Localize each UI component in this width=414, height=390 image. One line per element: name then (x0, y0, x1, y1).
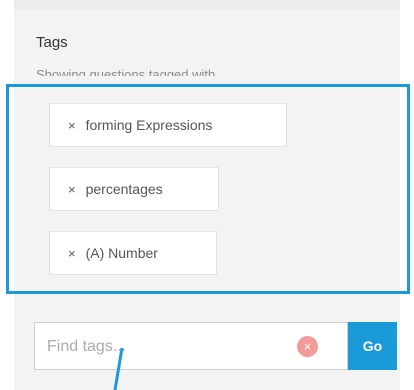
tag-label: percentages (85, 181, 163, 197)
tag-label: forming Expressions (85, 117, 213, 133)
remove-tag-icon[interactable]: × (68, 182, 76, 197)
tag-chip-a-number[interactable]: × (A) Number (49, 231, 217, 275)
search-box: × (34, 322, 348, 371)
go-button[interactable]: Go (348, 322, 397, 370)
find-tags-input[interactable] (45, 323, 299, 371)
tag-label: (A) Number (85, 245, 158, 261)
remove-tag-icon[interactable]: × (68, 246, 76, 261)
remove-tag-icon[interactable]: × (68, 118, 76, 133)
clear-icon[interactable]: × (297, 336, 318, 357)
tag-chip-forming-expressions[interactable]: × forming Expressions (49, 103, 287, 147)
tag-chip-percentages[interactable]: × percentages (49, 167, 219, 211)
tags-title: Tags (36, 34, 68, 51)
tag-search-row: × Go (34, 322, 397, 371)
panel-top-edge (14, 0, 400, 10)
tags-subtitle: Showing questions tagged with (36, 67, 216, 82)
